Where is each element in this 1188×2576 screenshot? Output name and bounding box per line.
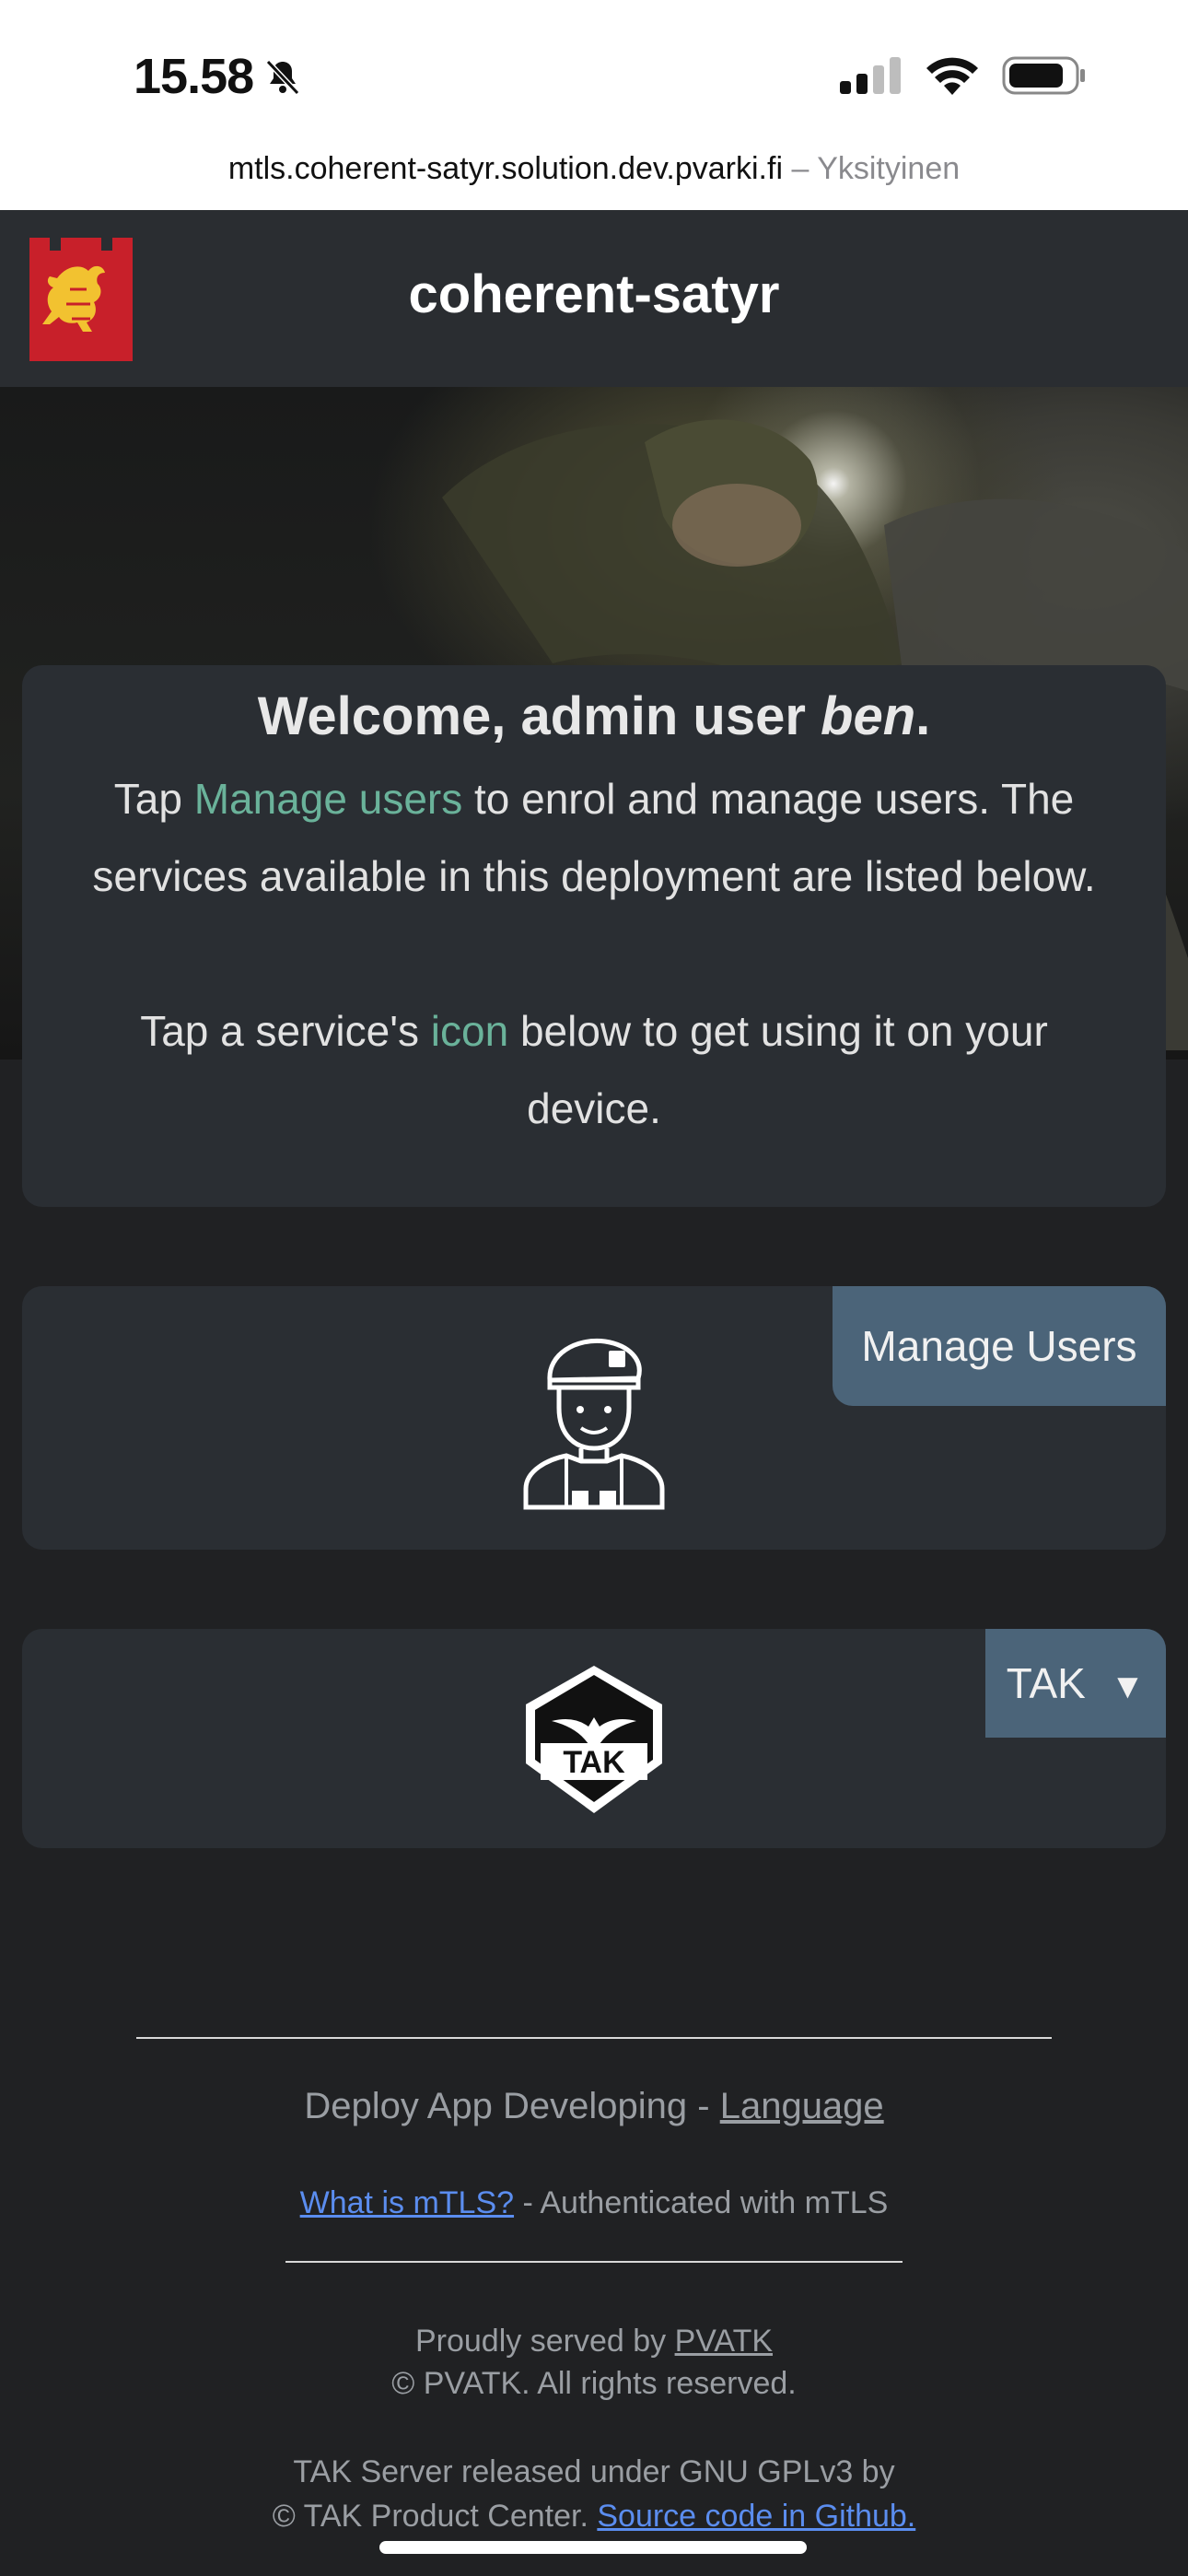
site-header: coherent-satyr [0,210,1188,387]
manage-users-link[interactable]: Manage users [194,775,463,823]
welcome-line2-suffix: below to get using it on your device. [508,1007,1048,1132]
welcome-line2-prefix: Tap a service's [140,1007,431,1055]
welcome-text-manage: Tap Manage users to enrol and manage use… [22,760,1166,915]
battery-icon [1002,56,1085,95]
home-indicator[interactable] [379,2541,807,2554]
muted-bell-icon [265,59,300,96]
footer-divider-bottom [285,2261,903,2263]
welcome-username: ben [821,686,916,746]
welcome-heading: Welcome, admin user ben. [22,685,1166,747]
url-text: mtls.coherent-satyr.solution.dev.pvarki.… [227,151,783,186]
footer-served-text: Proudly served by [414,2324,675,2359]
footer-divider-top [136,2037,1052,2039]
soldier-avatar-icon[interactable] [520,1327,668,1511]
footer-app-text: Deploy App Developing - [304,2086,720,2126]
wifi-icon [926,57,978,95]
pvatk-link[interactable]: PVATK [675,2324,773,2359]
cellular-signal-icon [840,57,901,94]
tak-badge-text: TAK [563,1745,625,1780]
tak-badge-icon[interactable]: TAK [518,1662,670,1817]
tak-button-label: TAK [1006,1659,1086,1707]
language-link[interactable]: Language [720,2086,884,2126]
welcome-text-icon: Tap a service's icon below to get using … [22,992,1166,1147]
status-bar: 15.58 [0,0,1188,147]
url-separator: – [783,151,818,186]
footer-rights: © PVATK. All rights reserved. [391,2366,797,2401]
tak-dropdown-button[interactable]: TAK ▼ [985,1629,1166,1738]
clock: 15.58 [134,49,254,104]
footer-mtls-text: - Authenticated with mTLS [514,2185,889,2220]
status-time: 15.58 [134,48,303,105]
footer-served-line: Proudly served by PVATK [0,2324,1188,2359]
service-card-manage-users: Manage Users [22,1286,1166,1550]
manage-users-button[interactable]: Manage Users [833,1286,1166,1406]
private-mode-label: Yksityinen [817,151,961,186]
welcome-heading-suffix: . [915,686,931,746]
footer-app-line: Deploy App Developing - Language [0,2086,1188,2127]
welcome-heading-prefix: Welcome, admin user [257,686,821,746]
footer-tak-license: TAK Server released under GNU GPLv3 by [293,2454,895,2489]
icon-hint-word: icon [430,1007,509,1055]
dropdown-arrow-icon: ▼ [1110,1668,1146,1706]
welcome-line1-prefix: Tap [113,775,194,823]
footer-tak-center: © TAK Product Center. [272,2499,598,2534]
footer-mtls-line: What is mTLS? - Authenticated with mTLS [0,2185,1188,2221]
address-bar[interactable]: mtls.coherent-satyr.solution.dev.pvarki.… [0,138,1188,210]
service-card-tak: TAK ▼ TAK [22,1629,1166,1848]
what-is-mtls-link[interactable]: What is mTLS? [300,2185,514,2220]
deployment-title: coherent-satyr [408,264,780,324]
welcome-card: Welcome, admin user ben. Tap Manage user… [22,665,1166,1207]
source-code-link[interactable]: Source code in Github. [597,2499,915,2534]
footer-tak-center-line: © TAK Product Center. Source code in Git… [0,2499,1188,2535]
